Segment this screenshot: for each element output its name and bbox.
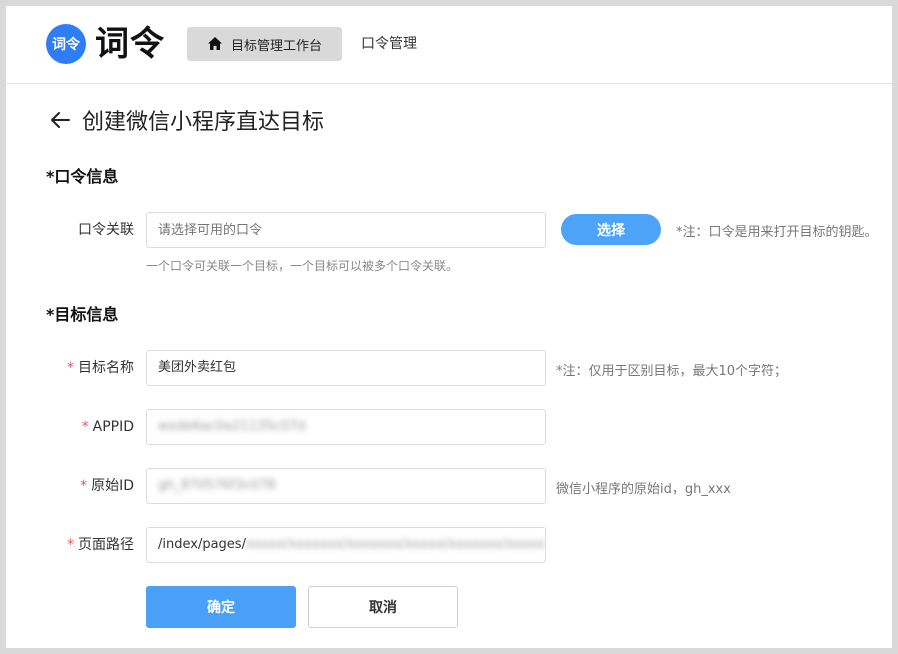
confirm-button[interactable]: 确定	[146, 586, 296, 628]
section-heading-target: *目标信息	[46, 305, 119, 324]
password-link-input[interactable]	[146, 212, 546, 248]
page-header: 创建微信小程序直达目标	[48, 104, 324, 136]
back-button[interactable]	[48, 107, 74, 133]
original-id-label-text: 原始ID	[91, 478, 134, 494]
target-name-label-text: 目标名称	[78, 360, 134, 376]
nav-password-management[interactable]: 口令管理	[361, 27, 417, 61]
appid-value: wxde6ac0a21135c07d	[158, 419, 306, 434]
logo-text: 词令	[95, 24, 165, 64]
page-path-label: * 页面路径	[6, 527, 134, 563]
original-id-input[interactable]: gh_870576f3c078	[146, 468, 546, 504]
arrow-left-icon	[51, 112, 70, 128]
app-window: 词令 词令 目标管理工作台 口令管理 创建微信小程序直达目标 *口令信息 口令关…	[6, 6, 892, 648]
home-icon	[207, 37, 222, 50]
nav-target-workbench-label: 目标管理工作台	[230, 38, 322, 54]
appid-label: * APPID	[6, 409, 134, 445]
select-password-button[interactable]: 选择	[561, 214, 661, 245]
required-mark: *	[80, 478, 88, 494]
page-path-label-text: 页面路径	[78, 537, 134, 553]
page-path-value-prefix: /index/pages/	[158, 537, 246, 552]
password-note: *注：口令是用来打开目标的钥匙。	[676, 225, 878, 240]
required-mark: *	[67, 537, 74, 553]
appid-input[interactable]: wxde6ac0a21135c07d	[146, 409, 546, 445]
required-mark: *	[81, 419, 89, 435]
cancel-button[interactable]: 取消	[308, 586, 458, 628]
target-name-value: 美团外卖红包	[158, 360, 237, 375]
section-heading-password: *口令信息	[46, 167, 119, 186]
page-path-value-rest: xxxxx/xxxxxxx/xxxxxxx/xxxxx/xxxxxxx/xxxx…	[245, 537, 545, 552]
page-title: 创建微信小程序直达目标	[82, 110, 325, 135]
target-name-input[interactable]: 美团外卖红包	[146, 350, 546, 386]
nav-target-workbench[interactable]: 目标管理工作台	[187, 27, 342, 61]
required-mark: *	[67, 360, 74, 376]
target-name-label: * 目标名称	[6, 350, 134, 386]
target-name-note: *注：仅用于区别目标，最大10个字符；	[556, 364, 788, 379]
original-id-value: gh_870576f3c078	[158, 478, 276, 493]
logo-badge: 词令	[46, 24, 86, 64]
original-id-note: 微信小程序的原始id，gh_xxx	[556, 482, 731, 497]
logo-mark: 词令	[52, 37, 80, 53]
password-help-text: 一个口令可关联一个目标，一个目标可以被多个口令关联。	[146, 259, 459, 273]
top-navbar: 词令 词令 目标管理工作台 口令管理	[6, 6, 892, 84]
original-id-label: * 原始ID	[6, 468, 134, 504]
appid-label-text: APPID	[92, 419, 134, 435]
page-path-input[interactable]: /index/pages/xxxxx/xxxxxxx/xxxxxxx/xxxxx…	[146, 527, 546, 563]
password-link-label: 口令关联	[78, 222, 134, 238]
